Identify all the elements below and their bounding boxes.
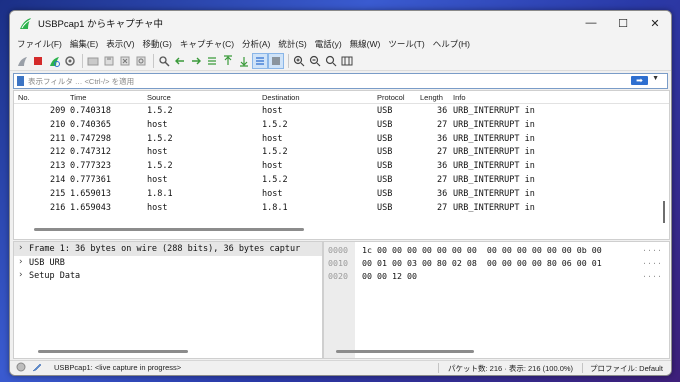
tree-item-setup-data[interactable]: › Setup Data: [14, 269, 322, 283]
go-last-icon[interactable]: [237, 54, 251, 68]
go-back-icon[interactable]: [173, 54, 187, 68]
table-row[interactable]: 215 1.659013 1.8.1 host USB 36 URB_INTER…: [14, 187, 669, 201]
filter-history-dropdown[interactable]: ▼: [652, 75, 659, 82]
display-filter-input[interactable]: 表示フィルタ … <Ctrl-/> を適用: [28, 76, 134, 87]
toolbar-divider: [82, 54, 83, 68]
column-header-info[interactable]: Info: [453, 93, 466, 102]
colorize-icon[interactable]: [268, 53, 284, 69]
hex-row[interactable]: 0000 1c 00 00 00 00 00 00 00 00 00 00 00…: [324, 242, 669, 255]
menu-wireless[interactable]: 無線(W): [346, 38, 385, 50]
menu-statistics[interactable]: 統計(S): [274, 38, 310, 50]
comment-edit-icon[interactable]: [32, 362, 42, 374]
table-row[interactable]: 216 1.659043 host 1.8.1 USB 27 URB_INTER…: [14, 201, 669, 215]
zoom-out-icon[interactable]: [308, 54, 322, 68]
autoscroll-icon[interactable]: [252, 53, 268, 69]
tree-item-frame[interactable]: › Frame 1: 36 bytes on wire (288 bits), …: [14, 242, 322, 256]
chevron-right-icon[interactable]: ›: [18, 257, 23, 267]
go-first-icon[interactable]: [221, 54, 235, 68]
display-filter-bar[interactable]: 表示フィルタ … <Ctrl-/> を適用 ➡ ▼ +: [13, 73, 668, 89]
column-header-no[interactable]: No.: [18, 93, 30, 102]
status-bar: USBPcap1: <live capture in progress> パケッ…: [10, 360, 671, 375]
column-header-protocol[interactable]: Protocol: [377, 93, 405, 102]
save-file-icon[interactable]: [102, 54, 116, 68]
menu-telephony[interactable]: 電話(y): [311, 38, 346, 50]
hex-row[interactable]: 0010 00 01 00 03 00 80 02 08 00 00 00 00…: [324, 255, 669, 268]
packet-details-pane: › Frame 1: 36 bytes on wire (288 bits), …: [13, 241, 323, 359]
column-header-time[interactable]: Time: [70, 93, 86, 102]
maximize-button[interactable]: ☐: [608, 11, 638, 35]
expert-info-icon[interactable]: [16, 362, 26, 374]
go-forward-icon[interactable]: [189, 54, 203, 68]
table-row[interactable]: 213 0.777323 1.5.2 host USB 36 URB_INTER…: [14, 159, 669, 173]
menu-file[interactable]: ファイル(F): [13, 38, 66, 50]
chevron-right-icon[interactable]: ›: [18, 270, 23, 280]
menu-capture[interactable]: キャプチャ(C): [176, 38, 238, 50]
packet-count-status: パケット数: 216 · 表示: 216 (100.0%): [448, 364, 574, 373]
table-row[interactable]: 209 0.740318 1.5.2 host USB 36 URB_INTER…: [14, 104, 669, 118]
window-title: USBPcap1 からキャプチャ中: [38, 19, 164, 30]
column-header-length[interactable]: Length: [420, 93, 443, 102]
wireshark-fin-icon: [18, 16, 32, 30]
find-packet-icon[interactable]: [157, 54, 171, 68]
title-bar: USBPcap1 からキャプチャ中 — ☐ ✕: [10, 11, 671, 35]
bookmark-icon[interactable]: [17, 76, 24, 86]
restart-capture-icon[interactable]: [47, 54, 61, 68]
chevron-right-icon[interactable]: ›: [18, 243, 23, 253]
menu-analyze[interactable]: 分析(A): [238, 38, 274, 50]
reload-file-icon[interactable]: [134, 54, 148, 68]
toolbar-divider: [153, 54, 154, 68]
packet-list-pane: No. Time Source Destination Protocol Len…: [13, 90, 670, 240]
tree-item-usb-urb[interactable]: › USB URB: [14, 256, 322, 270]
open-file-icon[interactable]: [86, 54, 100, 68]
table-row[interactable]: 212 0.747312 host 1.5.2 USB 27 URB_INTER…: [14, 145, 669, 159]
packet-list-vertical-scrollbar[interactable]: [663, 201, 665, 223]
main-toolbar: [10, 52, 671, 71]
capture-options-icon[interactable]: [63, 54, 77, 68]
toolbar-divider: [288, 54, 289, 68]
packet-list-horizontal-scrollbar[interactable]: [34, 228, 304, 231]
menu-view[interactable]: 表示(V): [102, 38, 138, 50]
status-divider: [582, 363, 583, 373]
table-row[interactable]: 210 0.740365 host 1.5.2 USB 27 URB_INTER…: [14, 118, 669, 132]
go-to-packet-icon[interactable]: [205, 54, 219, 68]
resize-columns-icon[interactable]: [340, 54, 354, 68]
column-header-source[interactable]: Source: [147, 93, 171, 102]
capture-status: USBPcap1: <live capture in progress>: [54, 363, 182, 372]
hex-row[interactable]: 0020 00 00 12 00 ····: [324, 268, 669, 281]
table-row[interactable]: 211 0.747298 1.5.2 host USB 36 URB_INTER…: [14, 132, 669, 146]
zoom-reset-icon[interactable]: [324, 54, 338, 68]
menu-go[interactable]: 移動(G): [139, 38, 176, 50]
column-header-destination[interactable]: Destination: [262, 93, 300, 102]
zoom-in-icon[interactable]: [292, 54, 306, 68]
apply-filter-button[interactable]: ➡: [631, 76, 648, 85]
packet-list-header: No. Time Source Destination Protocol Len…: [14, 91, 669, 104]
menu-edit[interactable]: 編集(E): [66, 38, 102, 50]
menu-bar: ファイル(F) 編集(E) 表示(V) 移動(G) キャプチャ(C) 分析(A)…: [10, 35, 671, 52]
close-file-icon[interactable]: [118, 54, 132, 68]
details-horizontal-scrollbar[interactable]: [38, 350, 188, 353]
menu-help[interactable]: ヘルプ(H): [429, 38, 474, 50]
minimize-button[interactable]: —: [576, 11, 606, 35]
close-button[interactable]: ✕: [640, 11, 670, 35]
packet-bytes-pane: 0000 1c 00 00 00 00 00 00 00 00 00 00 00…: [323, 241, 670, 359]
start-capture-icon[interactable]: [15, 54, 29, 68]
menu-tools[interactable]: ツール(T): [384, 38, 428, 50]
table-row[interactable]: 214 0.777361 host 1.5.2 USB 27 URB_INTER…: [14, 173, 669, 187]
status-divider: [438, 363, 439, 373]
stop-capture-icon[interactable]: [31, 54, 45, 68]
wireshark-window: USBPcap1 からキャプチャ中 — ☐ ✕ ファイル(F) 編集(E) 表示…: [9, 10, 672, 376]
profile-status[interactable]: プロファイル: Default: [590, 363, 663, 374]
bytes-horizontal-scrollbar[interactable]: [336, 350, 474, 353]
